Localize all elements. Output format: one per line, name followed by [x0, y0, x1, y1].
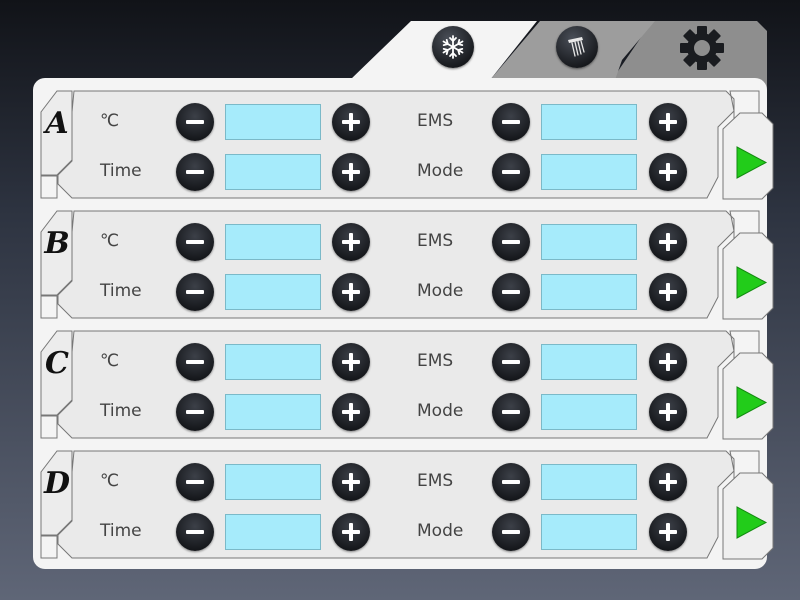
channel-row-c: C ℃ EMS Time Mode [38, 330, 774, 442]
ems-decrease-button[interactable] [492, 223, 530, 261]
play-button[interactable] [722, 112, 774, 200]
temperature-increase-button[interactable] [332, 223, 370, 261]
mode-label: Mode [417, 521, 464, 541]
time-increase-button[interactable] [332, 273, 370, 311]
mode-increase-button[interactable] [649, 513, 687, 551]
temperature-field[interactable] [225, 464, 321, 500]
mode-decrease-button[interactable] [492, 513, 530, 551]
time-label: Time [100, 401, 142, 421]
ems-field[interactable] [541, 104, 637, 140]
ems-decrease-button[interactable] [492, 103, 530, 141]
channel-letter: D [43, 466, 70, 501]
mode-decrease-button[interactable] [492, 273, 530, 311]
temperature-increase-button[interactable] [332, 103, 370, 141]
mode-label: Mode [417, 281, 464, 301]
ems-label: EMS [417, 111, 454, 131]
gear-icon[interactable] [678, 24, 726, 72]
mode-field[interactable] [541, 394, 637, 430]
channel-letter: B [44, 226, 70, 261]
shower-head-icon [568, 37, 585, 57]
time-increase-button[interactable] [332, 153, 370, 191]
mode-label: Mode [417, 401, 464, 421]
temperature-label: ℃ [100, 351, 120, 371]
temperature-decrease-button[interactable] [176, 343, 214, 381]
channel-row-a: A ℃ EMS Time Mode [38, 90, 774, 202]
time-field[interactable] [225, 274, 321, 310]
mode-increase-button[interactable] [649, 273, 687, 311]
time-field[interactable] [225, 514, 321, 550]
temperature-field[interactable] [225, 344, 321, 380]
ems-label: EMS [417, 351, 454, 371]
channel-row-b: B ℃ EMS Time Mode [38, 210, 774, 322]
ems-label: EMS [417, 231, 454, 251]
time-increase-button[interactable] [332, 513, 370, 551]
ems-field[interactable] [541, 224, 637, 260]
channel-row-d: D ℃ EMS Time Mode [38, 450, 774, 562]
temperature-decrease-button[interactable] [176, 223, 214, 261]
time-field[interactable] [225, 394, 321, 430]
time-decrease-button[interactable] [176, 273, 214, 311]
time-label: Time [100, 281, 142, 301]
play-button[interactable] [722, 472, 774, 560]
ems-decrease-button[interactable] [492, 343, 530, 381]
ems-increase-button[interactable] [649, 463, 687, 501]
temperature-field[interactable] [225, 104, 321, 140]
ems-increase-button[interactable] [649, 223, 687, 261]
mode-increase-button[interactable] [649, 393, 687, 431]
temperature-decrease-button[interactable] [176, 463, 214, 501]
time-label: Time [100, 521, 142, 541]
temperature-label: ℃ [100, 231, 120, 251]
mode-field[interactable] [541, 154, 637, 190]
temperature-increase-button[interactable] [332, 463, 370, 501]
temperature-label: ℃ [100, 111, 120, 131]
mode-decrease-button[interactable] [492, 153, 530, 191]
ems-label: EMS [417, 471, 454, 491]
tab-freeze[interactable] [432, 26, 474, 68]
temperature-decrease-button[interactable] [176, 103, 214, 141]
ems-increase-button[interactable] [649, 343, 687, 381]
mode-decrease-button[interactable] [492, 393, 530, 431]
play-button[interactable] [722, 352, 774, 440]
temperature-label: ℃ [100, 471, 120, 491]
mode-field[interactable] [541, 514, 637, 550]
channel-letter: C [45, 346, 69, 381]
mode-field[interactable] [541, 274, 637, 310]
tab-shower[interactable] [556, 26, 598, 68]
mode-increase-button[interactable] [649, 153, 687, 191]
ems-decrease-button[interactable] [492, 463, 530, 501]
time-increase-button[interactable] [332, 393, 370, 431]
ems-increase-button[interactable] [649, 103, 687, 141]
ems-field[interactable] [541, 464, 637, 500]
time-decrease-button[interactable] [176, 513, 214, 551]
time-decrease-button[interactable] [176, 153, 214, 191]
play-button[interactable] [722, 232, 774, 320]
time-decrease-button[interactable] [176, 393, 214, 431]
temperature-field[interactable] [225, 224, 321, 260]
temperature-increase-button[interactable] [332, 343, 370, 381]
time-label: Time [100, 161, 142, 181]
snowflake-icon [442, 35, 464, 59]
channel-letter: A [45, 106, 69, 141]
time-field[interactable] [225, 154, 321, 190]
mode-label: Mode [417, 161, 464, 181]
ems-field[interactable] [541, 344, 637, 380]
